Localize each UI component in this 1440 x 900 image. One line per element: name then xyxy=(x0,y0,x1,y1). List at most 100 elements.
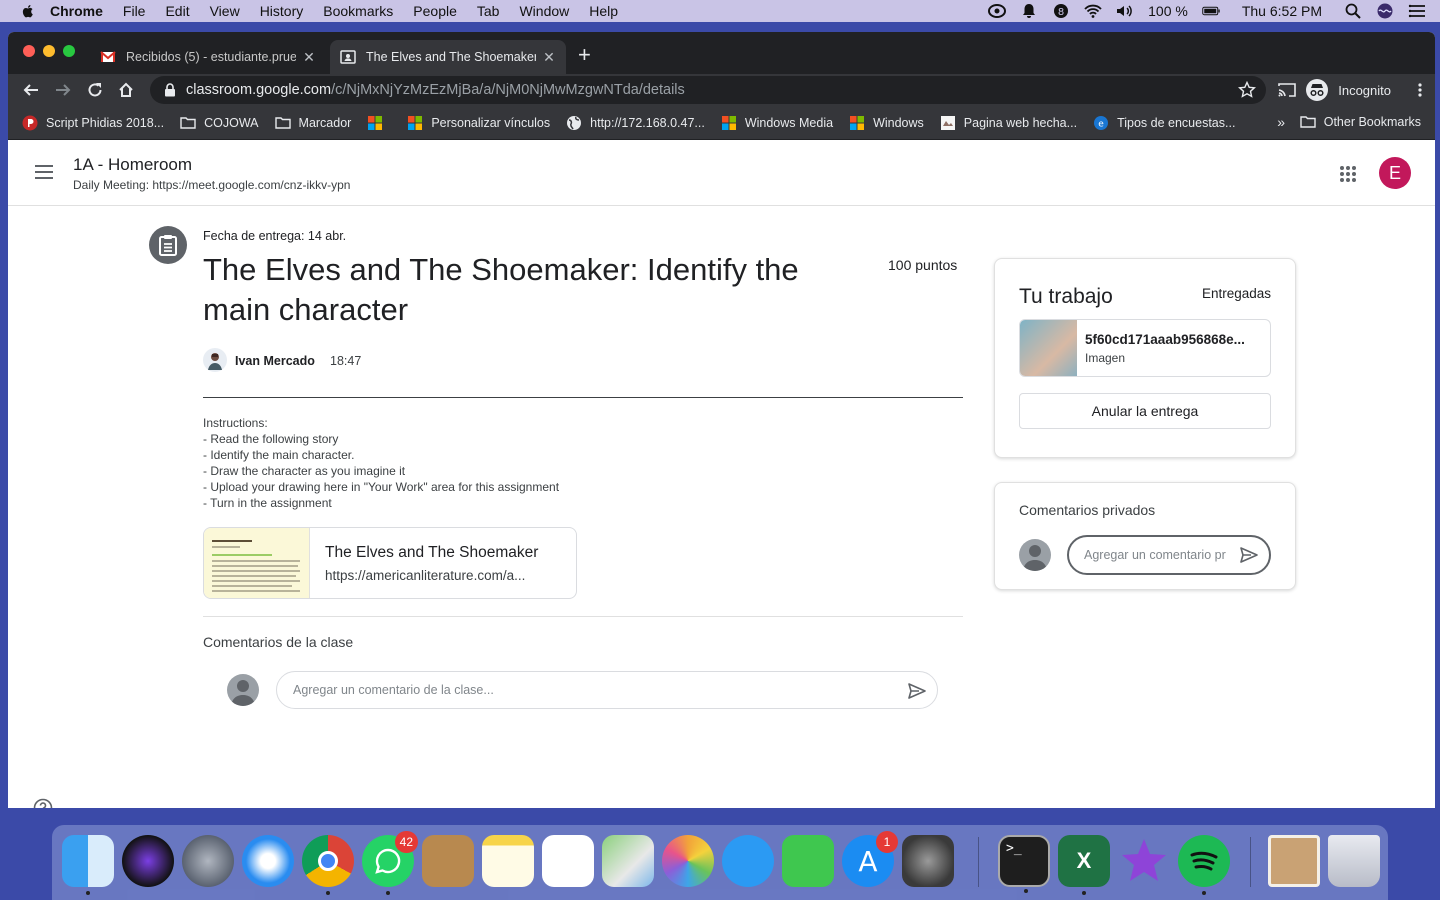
zoom-window-button[interactable] xyxy=(63,45,75,57)
trash-icon[interactable] xyxy=(1328,835,1380,887)
bookmark-pagina-web[interactable]: Pagina web hecha... xyxy=(940,115,1077,131)
siri-dock-icon[interactable] xyxy=(122,835,174,887)
incognito-icon[interactable] xyxy=(1306,79,1329,101)
tab-title: Recibidos (5) - estudiante.prueba xyxy=(126,50,296,64)
divider xyxy=(203,397,963,398)
chrome-menu-icon[interactable] xyxy=(1417,82,1423,98)
webpage-icon xyxy=(940,115,955,130)
forward-icon[interactable] xyxy=(53,80,73,100)
bookmark-other-bookmarks[interactable]: Other Bookmarks xyxy=(1300,114,1421,130)
excel-icon[interactable]: X xyxy=(1058,835,1110,895)
menu-tab[interactable]: Tab xyxy=(477,3,500,19)
unsubmit-button[interactable]: Anular la entrega xyxy=(1019,393,1271,429)
spotify-icon[interactable] xyxy=(1178,835,1230,895)
bookmark-ip[interactable]: http://172.168.0.47... xyxy=(566,115,705,131)
facetime-icon[interactable] xyxy=(782,835,834,887)
menu-extras: 8 100 % Thu 6:52 PM xyxy=(988,0,1440,22)
notes-icon[interactable] xyxy=(482,835,534,887)
menu-history[interactable]: History xyxy=(260,3,304,19)
bookmark-encuestas[interactable]: e Tipos de encuestas... xyxy=(1093,115,1235,131)
messages-icon[interactable] xyxy=(722,835,774,887)
imovie-icon[interactable] xyxy=(1118,835,1170,887)
close-tab-icon[interactable]: ✕ xyxy=(542,49,556,66)
creative-cloud-icon[interactable] xyxy=(988,3,1007,19)
home-icon[interactable] xyxy=(116,80,136,100)
bookmark-script-phidias[interactable]: Script Phidias 2018... xyxy=(22,115,164,131)
spotlight-search-icon[interactable] xyxy=(1344,3,1362,19)
recent-image-icon[interactable] xyxy=(1268,835,1320,887)
private-comment-input[interactable]: Agregar un comentario pr xyxy=(1067,535,1271,575)
address-bar[interactable]: classroom.google.com/c/NjMxNjYzMzEzMjBa/… xyxy=(150,76,1266,104)
class-title[interactable]: 1A - Homeroom xyxy=(73,155,192,175)
photos-icon[interactable] xyxy=(662,835,714,887)
system-preferences-icon[interactable] xyxy=(902,835,954,887)
menu-app-name[interactable]: Chrome xyxy=(50,3,103,19)
menu-people[interactable]: People xyxy=(413,3,457,19)
menu-file[interactable]: File xyxy=(123,3,146,19)
main-menu-icon[interactable] xyxy=(34,164,54,180)
tab-gmail[interactable]: Recibidos (5) - estudiante.prueba ✕ xyxy=(90,40,326,74)
send-icon[interactable] xyxy=(907,681,927,701)
globe-icon xyxy=(567,115,582,130)
safari-icon[interactable] xyxy=(242,835,294,887)
help-icon[interactable] xyxy=(33,798,53,808)
volume-icon[interactable] xyxy=(1116,3,1134,19)
tab-classroom[interactable]: The Elves and The Shoemaker: Ide ✕ xyxy=(330,40,566,74)
bookmarks-overflow-icon[interactable]: » xyxy=(1277,114,1285,130)
battery-icon[interactable] xyxy=(1202,3,1220,19)
launchpad-icon[interactable] xyxy=(182,835,234,887)
menu-view[interactable]: View xyxy=(210,3,240,19)
account-avatar[interactable]: E xyxy=(1379,157,1411,189)
google-apps-icon[interactable] xyxy=(1339,165,1357,183)
windows-icon xyxy=(850,115,865,130)
app-store-icon[interactable]: A1 xyxy=(842,831,898,887)
send-icon[interactable] xyxy=(1239,545,1259,565)
instruction-line: - Turn in the assignment xyxy=(203,496,332,510)
contacts-icon[interactable] xyxy=(422,835,474,887)
maps-icon[interactable] xyxy=(602,835,654,887)
finder-icon[interactable] xyxy=(62,835,114,895)
bookmark-cojowa[interactable]: COJOWA xyxy=(180,115,259,131)
class-comment-input[interactable]: Agregar un comentario de la clase... xyxy=(276,671,938,709)
whatsapp-badge: 42 xyxy=(394,831,418,853)
menu-edit[interactable]: Edit xyxy=(165,3,189,19)
reload-icon[interactable] xyxy=(85,80,105,100)
bookmark-marcador[interactable]: Marcador xyxy=(274,115,351,131)
wifi-icon[interactable] xyxy=(1084,3,1102,19)
bookmark-windows-media[interactable]: Windows Media xyxy=(721,115,833,131)
menubar-clock[interactable]: Thu 6:52 PM xyxy=(1242,3,1322,19)
new-tab-button[interactable]: + xyxy=(578,42,591,68)
status-icon[interactable]: 8 xyxy=(1052,3,1070,19)
menu-window[interactable]: Window xyxy=(519,3,569,19)
reminders-icon[interactable] xyxy=(542,835,594,887)
menu-help[interactable]: Help xyxy=(589,3,618,19)
notification-icon[interactable] xyxy=(1020,3,1038,19)
bookmark-label: COJOWA xyxy=(204,115,259,130)
bookmark-windows[interactable]: Windows xyxy=(849,115,924,131)
minimize-window-button[interactable] xyxy=(43,45,55,57)
macos-menu-bar: Chrome File Edit View History Bookmarks … xyxy=(0,0,1440,22)
incognito-label[interactable]: Incognito xyxy=(1338,83,1391,98)
instruction-line: - Identify the main character. xyxy=(203,448,355,462)
instruction-line: - Read the following story xyxy=(203,432,339,446)
bookmark-star-icon[interactable] xyxy=(1238,81,1256,99)
control-center-icon[interactable] xyxy=(1408,3,1426,19)
apple-menu-icon[interactable] xyxy=(20,3,36,19)
terminal-icon[interactable]: >_ xyxy=(998,835,1050,893)
file-name: 5f60cd171aaab956868e... xyxy=(1085,332,1245,347)
close-window-button[interactable] xyxy=(23,45,35,57)
commenter-avatar-icon xyxy=(227,674,259,706)
menu-bookmarks[interactable]: Bookmarks xyxy=(323,3,393,19)
whatsapp-icon[interactable]: 42 xyxy=(362,831,418,895)
link-attachment[interactable]: The Elves and The Shoemaker https://amer… xyxy=(203,527,577,599)
bookmark-microsoft[interactable] xyxy=(367,115,391,131)
back-icon[interactable] xyxy=(21,80,41,100)
bookmark-personalizar[interactable]: Personalizar vínculos xyxy=(407,115,550,131)
submitted-file[interactable]: 5f60cd171aaab956868e... Imagen xyxy=(1019,319,1271,377)
lock-icon[interactable] xyxy=(164,83,176,97)
classroom-page: 1A - Homeroom Daily Meeting: https://mee… xyxy=(8,140,1435,808)
siri-icon[interactable] xyxy=(1376,3,1394,19)
cast-icon[interactable] xyxy=(1278,82,1297,98)
close-tab-icon[interactable]: ✕ xyxy=(302,49,316,66)
chrome-dock-icon[interactable] xyxy=(302,835,354,895)
